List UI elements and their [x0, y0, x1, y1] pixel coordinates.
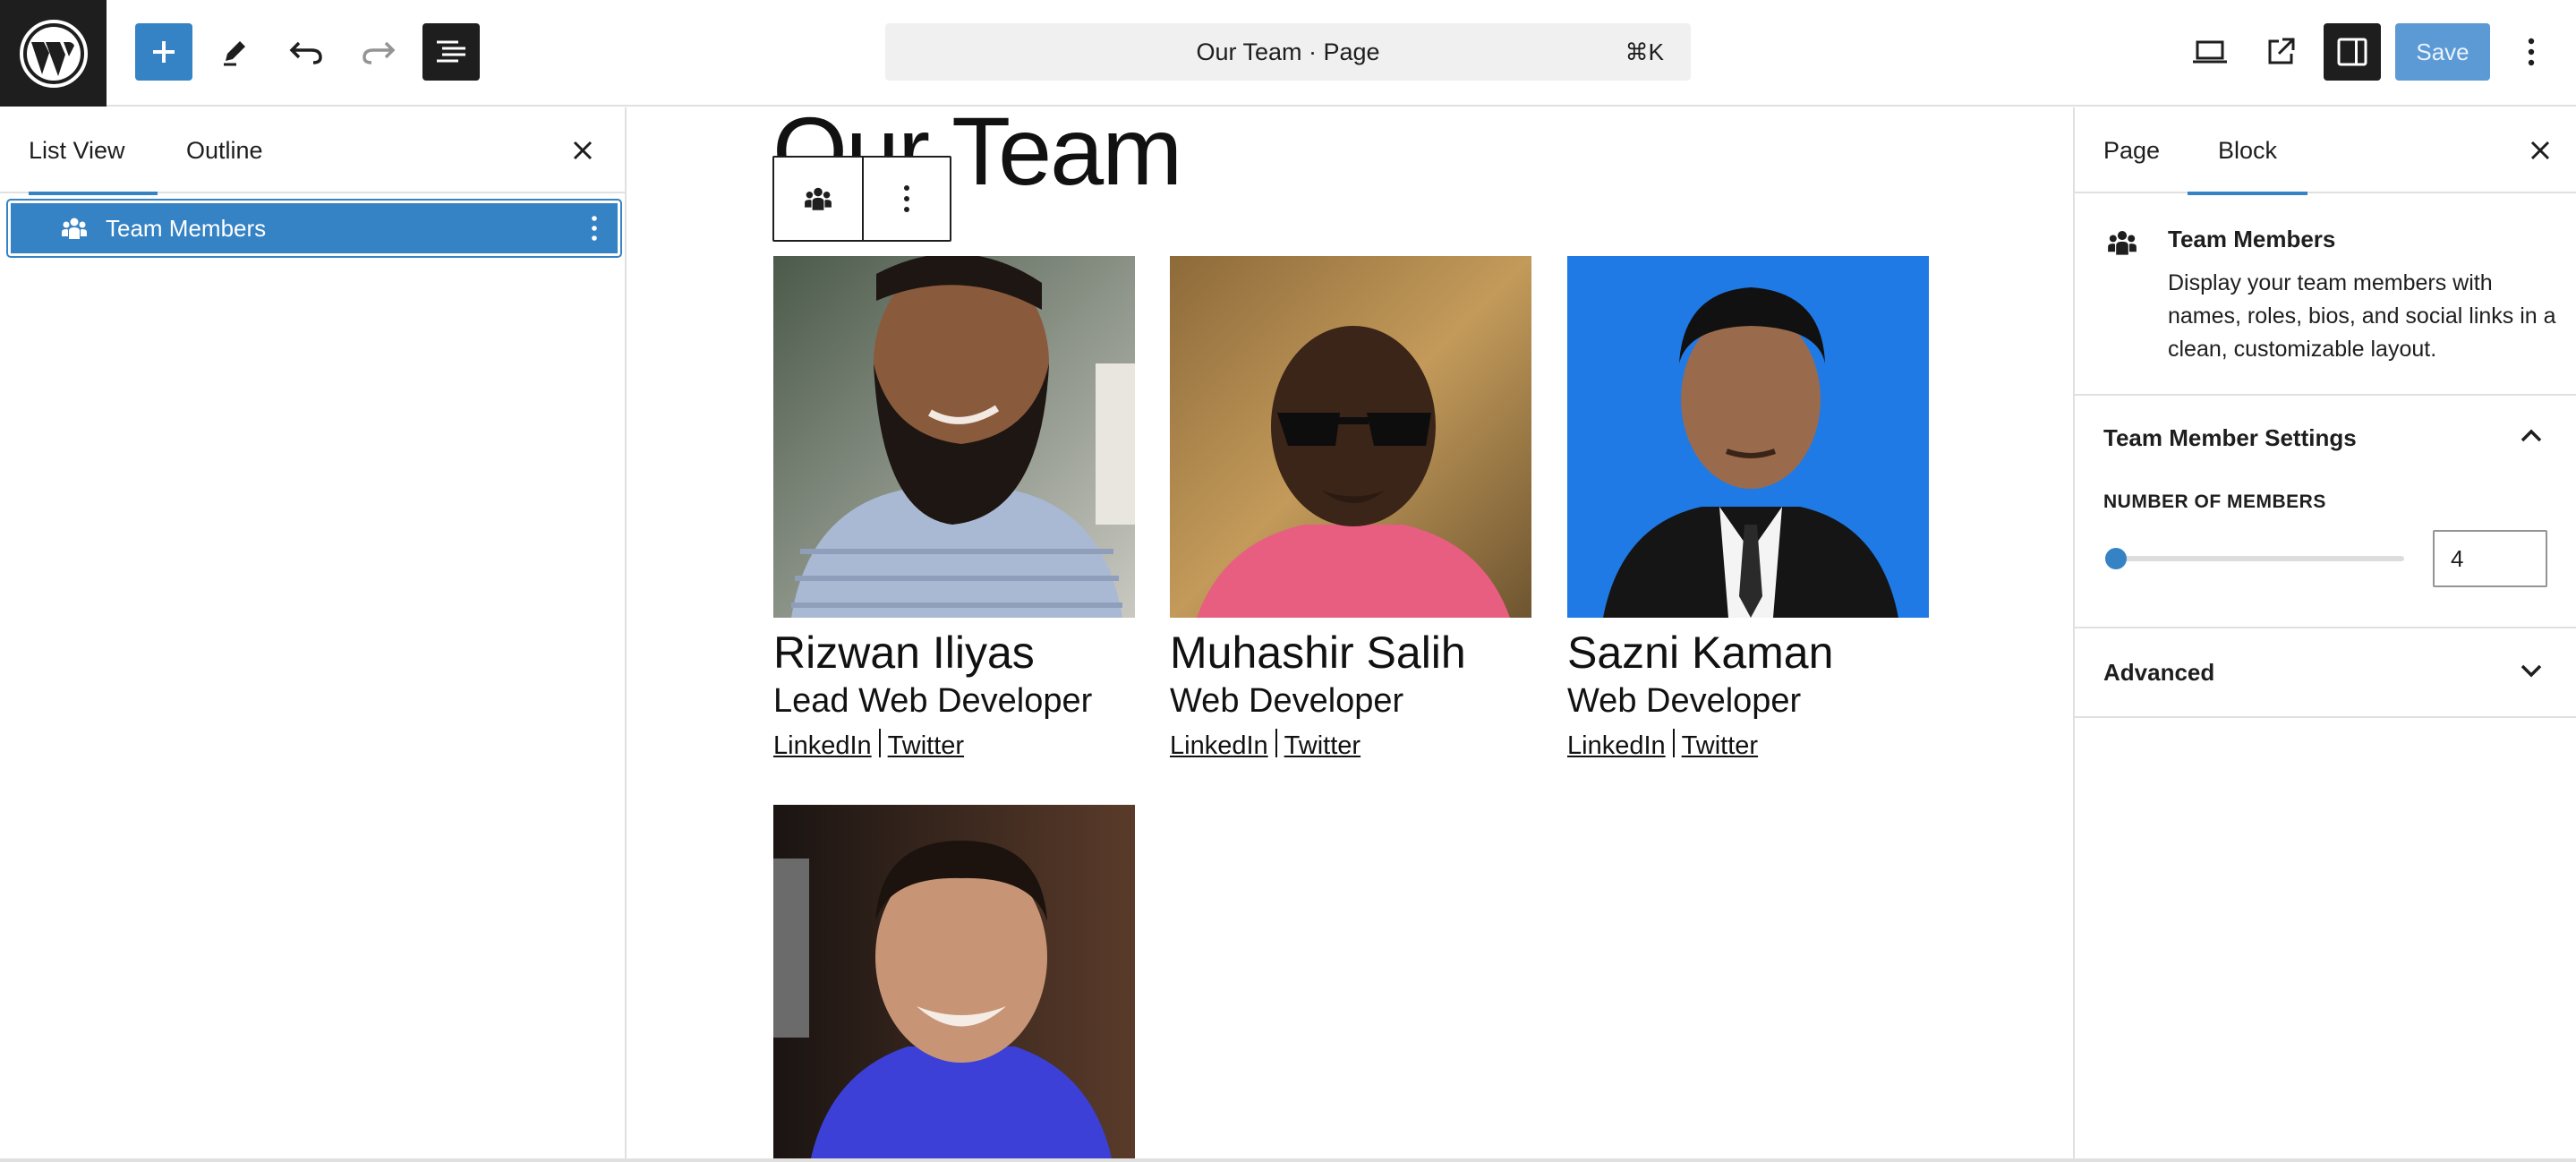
team-icon [805, 187, 832, 210]
member-role: Web Developer [1567, 682, 1802, 720]
wordpress-logo[interactable] [0, 0, 107, 107]
team-member-settings-toggle[interactable]: Team Member Settings [2075, 396, 2576, 485]
member-role: Web Developer [1170, 682, 1404, 720]
member-name: Muhashir Salih [1170, 628, 1466, 678]
command-palette-button[interactable]: Our Team · Page ⌘K [885, 23, 1691, 81]
more-vertical-icon [2528, 38, 2535, 66]
save-button[interactable]: Save [2395, 23, 2490, 81]
sidebar-toggle-icon [2337, 38, 2367, 66]
settings-sidebar-toggle[interactable] [2324, 23, 2381, 81]
member-photo [773, 256, 1135, 618]
team-member-card[interactable] [773, 805, 1135, 1158]
document-overview-button[interactable] [422, 23, 480, 81]
member-photo [1567, 256, 1929, 618]
desktop-preview-icon [2193, 40, 2227, 64]
linkedin-link[interactable]: LinkedIn [773, 731, 872, 760]
member-social-links: LinkedIn Twitter [1170, 729, 1531, 761]
member-social-links: LinkedIn Twitter [773, 729, 1135, 761]
member-name: Sazni Kaman [1567, 628, 1834, 678]
options-button[interactable] [2503, 23, 2560, 81]
list-view-panel: List View Outline Team Members [0, 107, 627, 1162]
range-control [2075, 519, 2576, 628]
link-separator [1275, 729, 1277, 757]
list-item-team-members[interactable]: Team Members [6, 199, 622, 258]
block-card-title: Team Members [2168, 226, 2336, 252]
block-card-description: Display your team members with names, ro… [2168, 270, 2556, 362]
chevron-down-icon [2521, 664, 2542, 678]
block-toolbar [772, 156, 951, 242]
advanced-panel-toggle[interactable]: Advanced [2075, 628, 2576, 718]
document-title: Our Team · Page [1196, 38, 1380, 65]
redo-icon [363, 41, 396, 64]
linkedin-link[interactable]: LinkedIn [1567, 731, 1666, 760]
more-vertical-icon [904, 185, 909, 212]
chevron-up-icon [2521, 429, 2542, 442]
range-label: NUMBER OF MEMBERS [2103, 491, 2326, 512]
team-member-card[interactable]: Sazni Kaman Web Developer LinkedIn Twitte… [1567, 256, 1929, 761]
member-role: Lead Web Developer [773, 682, 1093, 720]
tab-list-view[interactable]: List View [29, 107, 158, 195]
external-view-icon [2268, 38, 2295, 64]
tab-block[interactable]: Block [2188, 107, 2307, 195]
wordpress-icon [19, 19, 88, 88]
tab-outline[interactable]: Outline [186, 107, 263, 193]
tools-button[interactable] [206, 23, 263, 81]
document-overview-icon [437, 40, 465, 63]
twitter-link[interactable]: Twitter [888, 731, 964, 760]
twitter-link[interactable]: Twitter [1284, 731, 1361, 760]
member-photo [773, 805, 1135, 1158]
linkedin-link[interactable]: LinkedIn [1170, 731, 1268, 760]
left-panel-tabs: List View Outline [0, 107, 625, 195]
preview-button[interactable] [2181, 23, 2239, 81]
undo-button[interactable] [277, 23, 335, 81]
view-page-button[interactable] [2252, 23, 2309, 81]
block-options-button[interactable] [862, 158, 950, 240]
settings-tabs: Page Block [2075, 107, 2576, 195]
team-member-card[interactable]: Rizwan Iliyas Lead Web Developer LinkedI… [773, 256, 1135, 761]
twitter-link[interactable]: Twitter [1682, 731, 1758, 760]
block-card: Team Members Display your team members w… [2075, 195, 2576, 396]
team-member-card[interactable]: Muhashir Salih Web Developer LinkedIn Twi… [1170, 256, 1531, 761]
link-separator [1672, 729, 1675, 757]
shortcut-hint: ⌘K [1625, 38, 1664, 65]
link-separator [878, 729, 881, 757]
pencil-icon [224, 41, 245, 66]
member-social-links: LinkedIn Twitter [1567, 729, 1929, 761]
panel-title: Advanced [2103, 659, 2215, 686]
close-icon [573, 141, 593, 160]
panel-title: Team Member Settings [2103, 424, 2357, 451]
more-vertical-icon[interactable] [591, 215, 598, 242]
editor-canvas[interactable]: Our Team Rizwan Iliyas Lead Web Develope… [628, 107, 2073, 1158]
editor-header: Our Team · Page ⌘K Save [0, 0, 2576, 107]
close-list-view-button[interactable] [565, 132, 601, 168]
team-icon [2108, 230, 2137, 255]
add-block-button[interactable] [135, 23, 192, 81]
plus-icon [153, 41, 175, 63]
team-icon [62, 218, 87, 239]
close-settings-button[interactable] [2522, 132, 2558, 168]
close-icon [2530, 141, 2550, 160]
member-name: Rizwan Iliyas [773, 628, 1035, 678]
member-photo [1170, 256, 1531, 618]
tab-label: List View [29, 136, 125, 164]
block-type-button[interactable] [774, 158, 862, 240]
bottom-border [0, 1158, 2576, 1162]
tab-label: Block [2217, 136, 2278, 164]
undo-icon [289, 41, 322, 64]
redo-button[interactable] [350, 23, 407, 81]
tab-label: Outline [186, 136, 263, 164]
tab-page[interactable]: Page [2103, 107, 2160, 193]
list-item-label: Team Members [106, 214, 267, 242]
tab-label: Page [2103, 136, 2161, 164]
